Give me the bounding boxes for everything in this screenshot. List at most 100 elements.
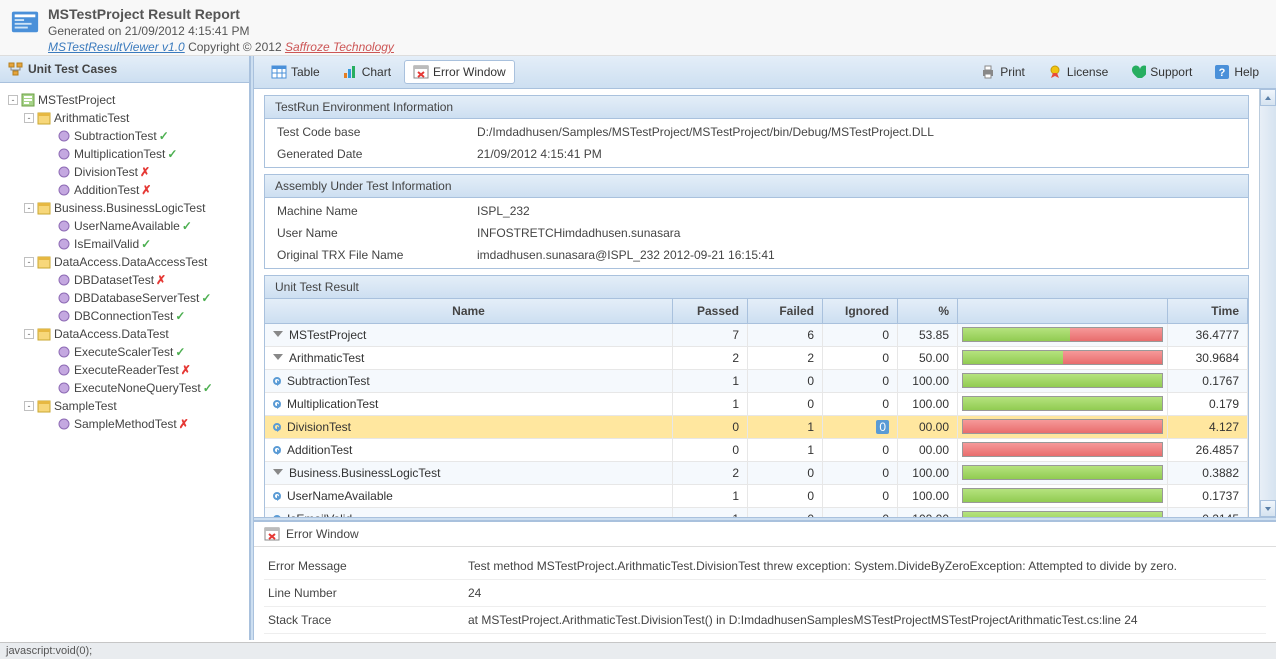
- col-name[interactable]: Name: [265, 299, 673, 323]
- tree-label: ArithmaticTest: [54, 111, 129, 125]
- toolbar: Table Chart Error Window Print License: [254, 56, 1276, 89]
- print-icon: [980, 64, 996, 80]
- support-button[interactable]: Support: [1121, 60, 1201, 84]
- tree-node[interactable]: UserNameAvailable✓: [4, 217, 245, 235]
- table-row[interactable]: SubtractionTest100100.000.1767: [265, 370, 1248, 393]
- content-area: Table Chart Error Window Print License: [254, 56, 1276, 640]
- error-row: Line Number24: [264, 580, 1266, 607]
- check-icon: ✓: [141, 237, 151, 251]
- progress-bar: [962, 488, 1163, 503]
- result-grid: Name Passed Failed Ignored % Time MSTest…: [264, 299, 1249, 517]
- expand-icon[interactable]: [273, 469, 283, 475]
- tree-node[interactable]: ExecuteScalerTest✓: [4, 343, 245, 361]
- viewer-link[interactable]: MSTestResultViewer v1.0: [48, 40, 185, 54]
- asm-section-header: Assembly Under Test Information: [264, 174, 1249, 198]
- project-icon: [21, 93, 35, 107]
- row-name: IsEmailValid: [287, 512, 352, 517]
- status-bar: javascript:void(0);: [0, 642, 1276, 659]
- error-window-button[interactable]: Error Window: [404, 60, 515, 84]
- asm-section-body: Machine NameISPL_232 User NameINFOSTRETC…: [264, 198, 1249, 269]
- cross-icon: ✗: [141, 183, 151, 197]
- help-button[interactable]: ? Help: [1205, 60, 1268, 84]
- tree-node[interactable]: IsEmailValid✓: [4, 235, 245, 253]
- table-row[interactable]: Business.BusinessLogicTest200100.000.388…: [265, 462, 1248, 485]
- tree-node[interactable]: -DataAccess.DataAccessTest: [4, 253, 245, 271]
- header-text: MSTestProject Result Report Generated on…: [48, 6, 1266, 54]
- license-button[interactable]: License: [1038, 60, 1117, 84]
- expand-icon[interactable]: [273, 354, 283, 360]
- table-button[interactable]: Table: [262, 60, 329, 84]
- company-link[interactable]: Saffroze Technology: [285, 40, 394, 54]
- vertical-scrollbar[interactable]: [1259, 89, 1276, 517]
- page-header: MSTestProject Result Report Generated on…: [0, 0, 1276, 56]
- tree-label: ExecuteNoneQueryTest: [74, 381, 201, 395]
- help-icon: ?: [1214, 64, 1230, 80]
- method-icon: [57, 219, 71, 233]
- tree-node[interactable]: ExecuteReaderTest✗: [4, 361, 245, 379]
- env-section-header: TestRun Environment Information: [264, 95, 1249, 119]
- error-window-body: Error MessageTest method MSTestProject.A…: [254, 547, 1276, 640]
- method-icon: [57, 237, 71, 251]
- error-row: Error MessageTest method MSTestProject.A…: [264, 553, 1266, 580]
- tree-label: ExecuteScalerTest: [74, 345, 173, 359]
- scroll-up-button[interactable]: [1260, 89, 1276, 106]
- scroll-area[interactable]: TestRun Environment Information Test Cod…: [254, 89, 1276, 517]
- tree-node[interactable]: -DataAccess.DataTest: [4, 325, 245, 343]
- chart-icon: [342, 64, 358, 80]
- tree-node[interactable]: -Business.BusinessLogicTest: [4, 199, 245, 217]
- tree-label: SampleTest: [54, 399, 117, 413]
- tree-label: SubtractionTest: [74, 129, 157, 143]
- table-row[interactable]: ArithmaticTest22050.0030.9684: [265, 347, 1248, 370]
- tree-node[interactable]: -ArithmaticTest: [4, 109, 245, 127]
- test-tree[interactable]: -MSTestProject-ArithmaticTestSubtraction…: [0, 83, 249, 640]
- tree-node[interactable]: DivisionTest✗: [4, 163, 245, 181]
- tree-label: DataAccess.DataAccessTest: [54, 255, 207, 269]
- expand-icon[interactable]: [273, 331, 283, 337]
- col-time[interactable]: Time: [1168, 299, 1248, 323]
- table-row[interactable]: UserNameAvailable100100.000.1737: [265, 485, 1248, 508]
- license-icon: [1047, 64, 1063, 80]
- row-name: ArithmaticTest: [289, 351, 364, 365]
- page-title: MSTestProject Result Report: [48, 6, 1266, 22]
- tree-node[interactable]: AdditionTest✗: [4, 181, 245, 199]
- table-row[interactable]: AdditionTest01000.0026.4857: [265, 439, 1248, 462]
- tree-node[interactable]: DBDatasetTest✗: [4, 271, 245, 289]
- play-icon: [273, 423, 281, 431]
- tree-node[interactable]: -MSTestProject: [4, 91, 245, 109]
- col-passed[interactable]: Passed: [673, 299, 748, 323]
- table-row[interactable]: DivisionTest01000.004.127: [265, 416, 1248, 439]
- error-window-title: Error Window: [286, 527, 359, 541]
- tree-node[interactable]: SubtractionTest✓: [4, 127, 245, 145]
- progress-bar: [962, 327, 1163, 342]
- tree-label: DBDatasetTest: [74, 273, 154, 287]
- tree-label: DivisionTest: [74, 165, 138, 179]
- scroll-down-button[interactable]: [1260, 500, 1276, 517]
- col-ignored[interactable]: Ignored: [823, 299, 898, 323]
- tree-node[interactable]: DBConnectionTest✓: [4, 307, 245, 325]
- table-row[interactable]: IsEmailValid100100.000.2145: [265, 508, 1248, 517]
- check-icon: ✓: [182, 219, 192, 233]
- tree-node[interactable]: SampleMethodTest✗: [4, 415, 245, 433]
- method-icon: [57, 363, 71, 377]
- row-name: DivisionTest: [287, 420, 351, 434]
- method-icon: [57, 165, 71, 179]
- progress-bar: [962, 373, 1163, 388]
- method-icon: [57, 183, 71, 197]
- env-section-body: Test Code baseD:/Imdadhusen/Samples/MSTe…: [264, 119, 1249, 168]
- col-bar: [958, 299, 1168, 323]
- table-row[interactable]: MSTestProject76053.8536.4777: [265, 324, 1248, 347]
- tree-node[interactable]: ExecuteNoneQueryTest✓: [4, 379, 245, 397]
- svg-text:?: ?: [1219, 67, 1226, 79]
- chart-button[interactable]: Chart: [333, 60, 400, 84]
- check-icon: ✓: [159, 129, 169, 143]
- tree-node[interactable]: MultiplicationTest✓: [4, 145, 245, 163]
- print-button[interactable]: Print: [971, 60, 1034, 84]
- support-icon: [1130, 64, 1146, 80]
- tree-node[interactable]: DBDatabaseServerTest✓: [4, 289, 245, 307]
- col-failed[interactable]: Failed: [748, 299, 823, 323]
- tree-node[interactable]: -SampleTest: [4, 397, 245, 415]
- class-icon: [37, 111, 51, 125]
- method-icon: [57, 129, 71, 143]
- table-row[interactable]: MultiplicationTest100100.000.179: [265, 393, 1248, 416]
- col-percent[interactable]: %: [898, 299, 958, 323]
